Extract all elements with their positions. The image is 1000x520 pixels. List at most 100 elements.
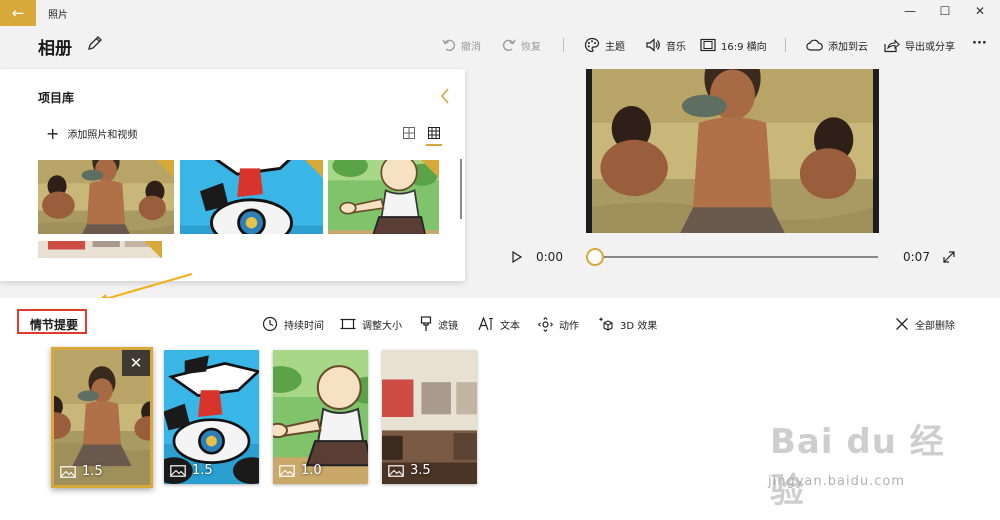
maximize-button[interactable]: ☐: [935, 4, 955, 18]
remove-clip-button[interactable]: ✕: [122, 350, 150, 376]
clip-duration-badge: 1.5: [170, 463, 213, 478]
image-icon: [170, 464, 186, 477]
preview-frame-image: [586, 69, 879, 233]
cloud-icon: [806, 39, 823, 51]
3d-effects-icon: [598, 317, 613, 331]
library-thumbnail[interactable]: [328, 160, 439, 234]
add-to-cloud-button[interactable]: 添加到云: [806, 36, 868, 54]
library-scrollbar[interactable]: [460, 159, 462, 219]
active-view-indicator: [426, 144, 442, 146]
clip-duration: 1.5: [192, 463, 213, 478]
image-icon: [279, 464, 295, 477]
watermark-url: jingyan.baidu.com: [768, 474, 905, 489]
app-title: 照片: [48, 10, 68, 21]
redo-icon: [503, 39, 516, 51]
motion-label: 动作: [559, 320, 579, 332]
used-in-project-badge: [144, 241, 162, 258]
minimize-button[interactable]: —: [900, 4, 920, 18]
pencil-icon[interactable]: [86, 34, 104, 52]
watermark-logo-text: Bai du 经验: [770, 422, 945, 511]
video-preview: [586, 69, 879, 233]
close-icon: [896, 318, 908, 330]
text-icon: [478, 317, 493, 331]
share-icon: [884, 38, 900, 52]
clip-duration: 1.5: [82, 464, 103, 479]
resize-label: 调整大小: [362, 320, 402, 332]
library-thumbnail[interactable]: [38, 241, 162, 258]
speaker-icon: [646, 38, 660, 52]
music-label: 音乐: [666, 41, 686, 53]
duration-button[interactable]: 持续时间: [262, 316, 324, 332]
plus-icon: +: [46, 123, 60, 143]
used-in-project-badge: [421, 160, 439, 178]
resize-icon: [340, 318, 356, 330]
palette-icon: [584, 37, 600, 53]
album-title: 相册: [38, 39, 72, 59]
river-photo-image: [38, 160, 174, 234]
filter-button[interactable]: 滤镜: [420, 316, 458, 332]
motion-icon: [538, 316, 553, 332]
undo-icon: [442, 39, 455, 51]
library-thumbnail[interactable]: [180, 160, 323, 234]
storyboard-clip[interactable]: 3.5: [382, 350, 477, 484]
close-button[interactable]: ✕: [970, 4, 990, 18]
add-media-label: 添加照片和视频: [67, 130, 138, 141]
3d-effects-button[interactable]: 3D 效果: [598, 316, 657, 332]
current-time: 0:00: [536, 250, 563, 264]
storyboard-clip[interactable]: 1.0: [273, 350, 368, 484]
clip-duration-badge: 1.0: [279, 463, 322, 478]
export-share-button[interactable]: 导出或分享: [883, 36, 955, 54]
filter-brush-icon: [420, 316, 432, 331]
end-time: 0:07: [903, 250, 930, 264]
filter-label: 滤镜: [438, 320, 458, 332]
3d-effects-label: 3D 效果: [620, 320, 658, 332]
resize-button[interactable]: 调整大小: [340, 316, 402, 332]
expand-icon[interactable]: [942, 250, 956, 264]
toolbar-divider: [563, 38, 564, 52]
add-media-button[interactable]: + 添加照片和视频: [46, 123, 138, 143]
clip-duration-badge: 1.5: [60, 464, 103, 479]
small-grid-view-icon[interactable]: [403, 127, 415, 139]
large-grid-view-icon[interactable]: [428, 127, 440, 139]
used-in-project-badge: [156, 160, 174, 178]
more-options-button[interactable]: ···: [972, 34, 987, 52]
back-button[interactable]: ←: [0, 0, 36, 26]
aspect-ratio-icon: [700, 38, 716, 52]
motion-button[interactable]: 动作: [538, 316, 579, 332]
theme-button[interactable]: 主题: [584, 36, 625, 54]
clip-duration: 3.5: [410, 463, 431, 478]
theme-label: 主题: [605, 41, 625, 53]
back-arrow-icon: ←: [11, 4, 25, 22]
storyboard-title: 情节提要: [30, 318, 79, 332]
seek-thumb[interactable]: [586, 248, 604, 266]
close-icon: ✕: [129, 354, 143, 372]
library-thumbnail[interactable]: [38, 160, 174, 234]
add-to-cloud-label: 添加到云: [828, 41, 868, 53]
redo-label: 恢复: [521, 41, 541, 53]
play-icon[interactable]: [512, 251, 522, 263]
duration-label: 持续时间: [284, 320, 324, 332]
aspect-ratio-button[interactable]: 16:9 横向: [700, 36, 767, 54]
used-in-project-badge: [305, 160, 323, 178]
chevron-left-icon[interactable]: [438, 87, 452, 105]
title-bar: ← 照片 — ☐ ✕: [0, 0, 1000, 26]
toolbar-divider: [785, 38, 786, 52]
text-label: 文本: [500, 320, 520, 332]
aspect-ratio-label: 16:9 横向: [721, 41, 767, 53]
music-button[interactable]: 音乐: [645, 36, 686, 54]
image-icon: [60, 465, 76, 478]
delete-all-label: 全部删除: [915, 320, 955, 332]
clip-duration: 1.0: [301, 463, 322, 478]
storyboard-clip[interactable]: ✕ 1.5: [51, 347, 153, 488]
image-icon: [388, 464, 404, 477]
project-library-panel: 项目库 + 添加照片和视频: [0, 69, 465, 281]
storyboard-clip[interactable]: 1.5: [164, 350, 259, 484]
cartoon-rider-image: [180, 160, 323, 234]
baidu-watermark: Bai du 经验 jingyan.baidu.com: [760, 408, 950, 511]
undo-label: 撤消: [461, 41, 481, 53]
delete-all-button[interactable]: 全部删除: [895, 316, 955, 332]
seek-bar[interactable]: [600, 256, 878, 258]
text-button[interactable]: 文本: [478, 316, 520, 332]
undo-button[interactable]: 撤消: [442, 36, 481, 54]
redo-button[interactable]: 恢复: [502, 36, 541, 54]
